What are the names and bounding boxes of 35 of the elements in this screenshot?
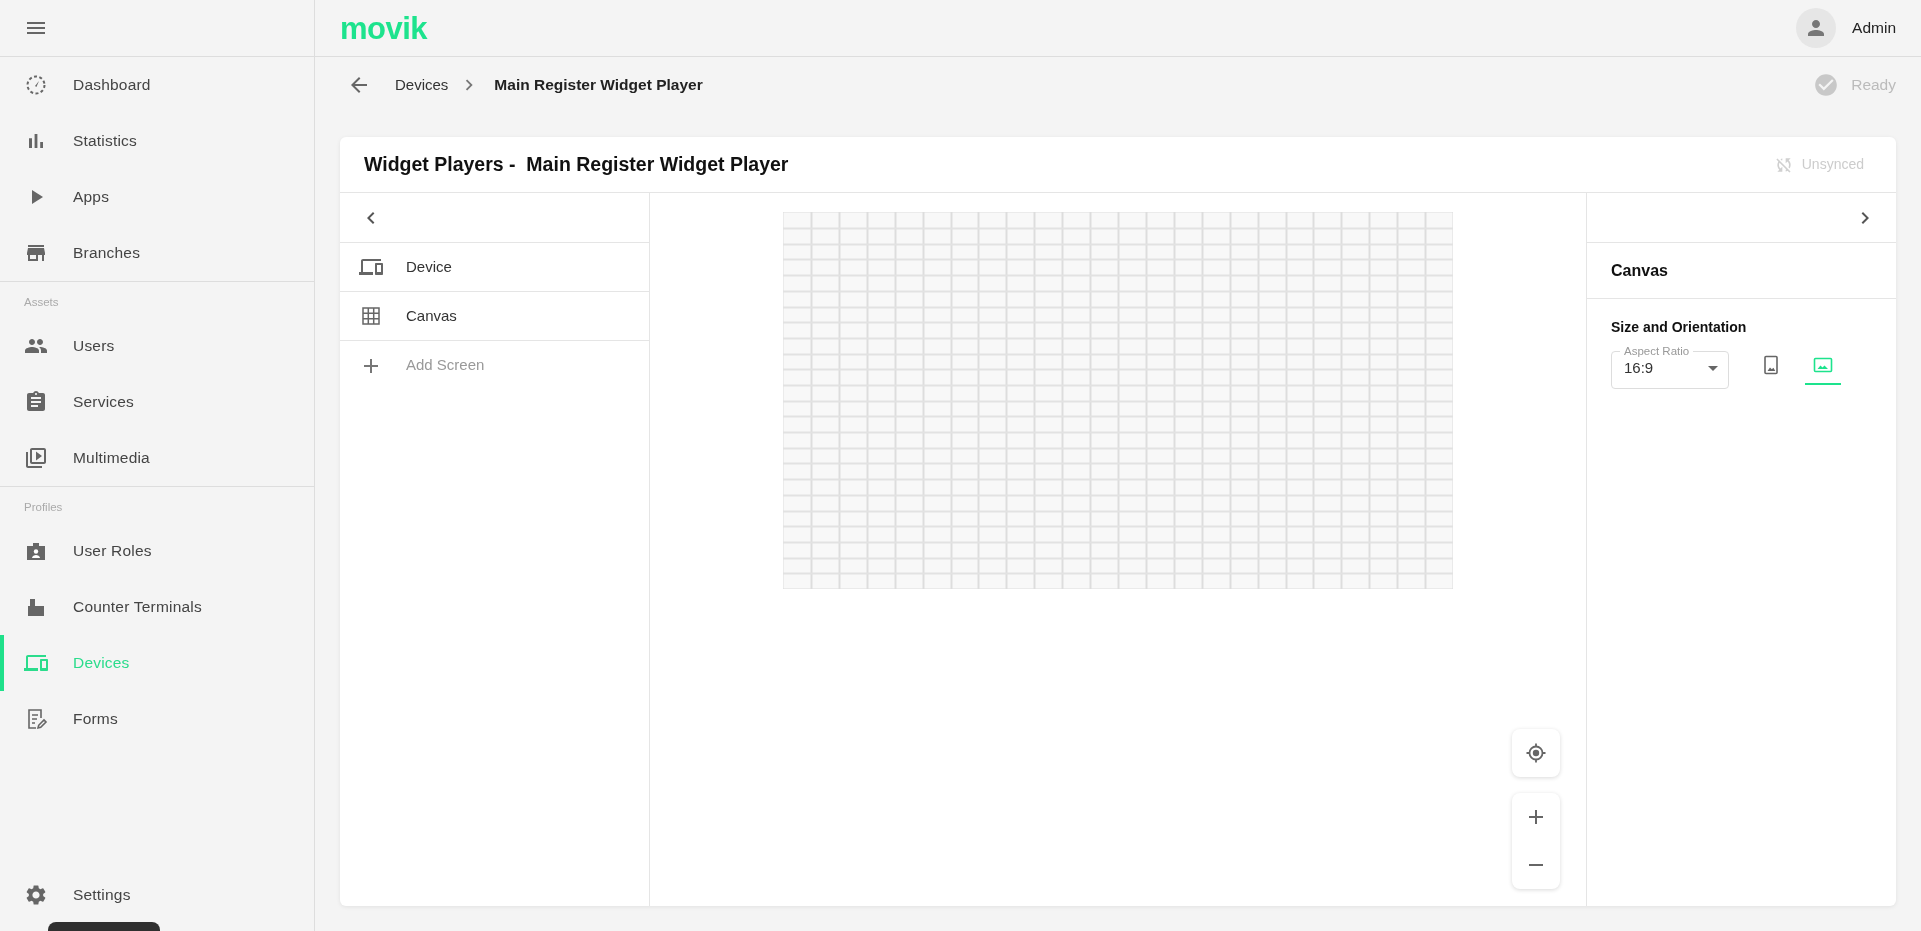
user-name[interactable]: Admin: [1852, 16, 1896, 40]
breadcrumb-link[interactable]: Devices: [395, 73, 449, 97]
sidebar-item[interactable]: User Roles: [0, 523, 314, 579]
aspect-ratio-select[interactable]: Aspect Ratio 16:9: [1611, 345, 1729, 389]
recenter-icon: [1524, 741, 1548, 765]
sidebar-item[interactable]: Apps: [0, 169, 314, 225]
screen-list-item[interactable]: Canvas: [340, 292, 649, 341]
breadcrumb-current: Main Register Widget Player: [494, 75, 703, 96]
sidebar-item[interactable]: Branches: [0, 225, 314, 281]
sidebar-item[interactable]: Settings: [0, 867, 314, 923]
sidebar-item[interactable]: Services: [0, 374, 314, 430]
section-heading: Assets: [23, 295, 60, 310]
dropdown-caret-icon: [1708, 366, 1718, 372]
field-label: Aspect Ratio: [1623, 345, 1691, 358]
sidebar-item[interactable]: Multimedia: [0, 430, 314, 486]
section-heading: Profiles: [23, 500, 64, 515]
avatar[interactable]: [1796, 8, 1837, 48]
section-title: Size and Orientation: [1610, 318, 1748, 337]
video-library-icon: [24, 446, 48, 470]
grid-icon: [359, 304, 383, 328]
card-title: Widget Players - Main Register Widget Player: [364, 152, 789, 177]
sidebar-item[interactable]: Users: [0, 318, 314, 374]
panel-heading: Canvas: [1587, 243, 1896, 299]
settings-icon: [24, 883, 48, 907]
floating-tab[interactable]: [48, 922, 160, 931]
minus-icon: [1529, 864, 1543, 866]
recenter-button[interactable]: [1512, 729, 1560, 777]
clipboard-icon: [24, 390, 48, 414]
gauge-icon: [24, 73, 48, 97]
sidebar-item[interactable]: Counter Terminals: [0, 579, 314, 635]
status-text: Ready: [1851, 75, 1896, 96]
sidebar-item[interactable]: Statistics: [0, 113, 314, 169]
sidebar-item[interactable]: Dashboard: [0, 57, 314, 113]
sidebar-item[interactable]: Forms: [0, 691, 314, 747]
screen-list-item[interactable]: Device: [340, 243, 649, 292]
